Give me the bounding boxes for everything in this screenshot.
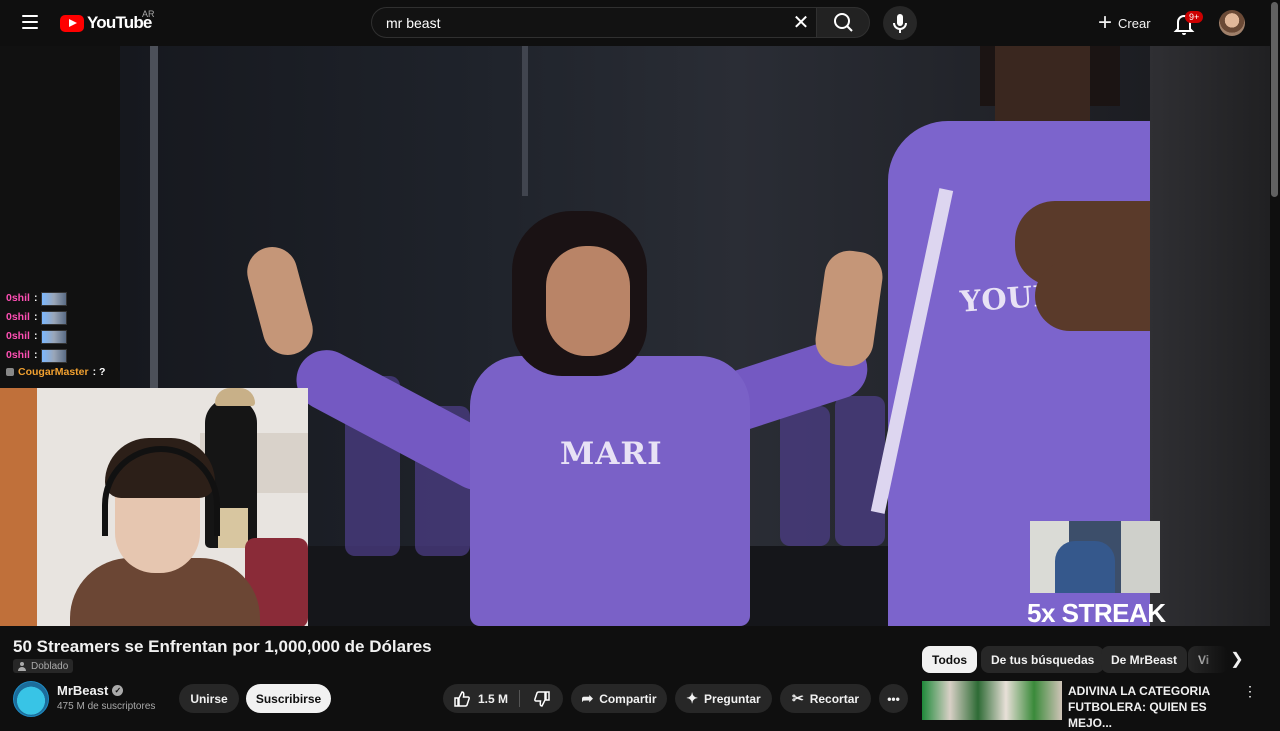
- chat-message: 0shil :: [6, 308, 105, 327]
- dubbed-badge: Doblado: [13, 659, 74, 673]
- chevron-right-icon[interactable]: ❯: [1227, 649, 1247, 671]
- scissors-icon: ✂: [791, 690, 804, 706]
- search-box: ✕: [371, 7, 817, 38]
- scene-pole: [522, 46, 528, 196]
- clear-search-icon[interactable]: ✕: [789, 11, 813, 35]
- chat-username: 0shil: [6, 292, 30, 304]
- youtube-logo[interactable]: YouTube AR: [60, 9, 155, 33]
- mic-icon: [893, 14, 907, 33]
- chat-text: :: [33, 292, 38, 304]
- scene-hand: [1035, 261, 1150, 331]
- channel-name-link[interactable]: MrBeast ✓: [57, 683, 124, 698]
- video-player[interactable]: YOURRAGE MARI 0shil : 0shil : 0shil : 0s…: [0, 46, 1270, 626]
- channel-avatar[interactable]: [13, 681, 49, 717]
- thumbs-up-icon: [454, 690, 470, 707]
- account-avatar[interactable]: [1219, 10, 1245, 36]
- chat-text: : ?: [92, 365, 106, 378]
- chat-username: CougarMaster: [18, 365, 89, 378]
- top-bar: YouTube AR ✕ + Crear 9+: [0, 0, 1280, 46]
- dubbed-label: Doblado: [31, 660, 69, 672]
- video-title: 50 Streamers se Enfrentan por 1,000,000 …: [13, 637, 432, 656]
- chat-username: 0shil: [6, 311, 30, 323]
- streak-clip-person: [1055, 541, 1115, 593]
- search-icon: [834, 13, 853, 32]
- emote-icon: [41, 291, 68, 306]
- ask-label: Preguntar: [704, 691, 761, 706]
- scene-girl-tracksuit: [470, 356, 750, 626]
- chat-message: 0shil :: [6, 327, 105, 346]
- scene-mannequin: [780, 406, 830, 546]
- user-badge-icon: [6, 368, 14, 376]
- clip-label: Recortar: [809, 691, 860, 706]
- scene-mannequin: [835, 396, 885, 546]
- emote-icon: [41, 329, 68, 344]
- ask-button[interactable]: ✦ Preguntar: [675, 684, 772, 713]
- create-label: Crear: [1118, 15, 1151, 31]
- youtube-play-icon: [60, 14, 84, 32]
- subscribe-button[interactable]: Suscribirse: [246, 684, 331, 713]
- thumbs-down-icon: [534, 690, 550, 707]
- notifications-badge: 9+: [1185, 11, 1204, 23]
- more-actions-button[interactable]: •••: [879, 684, 908, 713]
- streak-text: 5x STREAK: [1027, 598, 1166, 626]
- chat-message: 0shil :: [6, 289, 105, 308]
- subscriber-count: 475 M de suscriptores: [57, 701, 156, 712]
- like-count: 1.5 M: [478, 691, 509, 706]
- share-label: Compartir: [599, 691, 657, 706]
- dislike-button[interactable]: [521, 684, 563, 713]
- chat-message: CougarMaster : ?: [6, 365, 105, 379]
- verified-icon: ✓: [112, 685, 124, 696]
- chat-username: 0shil: [6, 330, 30, 342]
- chip-from-mrbeast[interactable]: De MrBeast: [1101, 646, 1188, 673]
- plus-icon: +: [1098, 9, 1113, 36]
- chat-text: :: [33, 330, 38, 342]
- webcam-figure-hat: [215, 388, 255, 406]
- streamer-webcam: [0, 388, 308, 626]
- scene-girl-face: [546, 246, 630, 356]
- emote-icon: [41, 310, 68, 325]
- clip-button[interactable]: ✂ Recortar: [780, 684, 871, 713]
- search-button[interactable]: [816, 7, 870, 38]
- more-horizontal-icon: •••: [887, 691, 900, 706]
- scene-right-edge: [1150, 46, 1270, 626]
- scrollbar-thumb[interactable]: [1271, 2, 1278, 197]
- chat-text: :: [33, 311, 38, 323]
- menu-icon[interactable]: [16, 11, 44, 35]
- create-button[interactable]: + Crear: [1090, 8, 1159, 38]
- like-dislike-group: 1.5 M: [443, 684, 563, 713]
- related-video-thumbnail[interactable]: [922, 681, 1062, 720]
- share-button[interactable]: ➦ Compartir: [571, 684, 667, 713]
- related-video-title[interactable]: ADIVINA LA CATEGORIA FUTBOLERA: QUIEN ES…: [1068, 683, 1238, 731]
- webcam-figure-legs: [218, 508, 248, 548]
- country-code: AR: [142, 9, 155, 19]
- search-input[interactable]: [384, 14, 768, 32]
- subscribe-label: Suscribirse: [255, 691, 322, 706]
- join-button[interactable]: Unirse: [179, 684, 239, 713]
- like-button[interactable]: 1.5 M: [443, 684, 518, 713]
- stream-chat-overlay: 0shil : 0shil : 0shil : 0shil : CougarMa…: [6, 289, 105, 379]
- share-icon: ➦: [581, 690, 594, 706]
- chip-from-searches[interactable]: De tus búsquedas: [981, 646, 1105, 673]
- join-label: Unirse: [190, 691, 228, 706]
- emote-icon: [41, 348, 68, 363]
- dub-person-icon: [18, 662, 26, 671]
- voice-search-button[interactable]: [883, 6, 917, 40]
- shirt-text-left: MARI: [560, 436, 663, 472]
- more-vertical-icon[interactable]: ⋮: [1243, 683, 1257, 703]
- like-divider: [519, 690, 520, 707]
- sparkle-icon: ✦: [686, 690, 699, 706]
- chips-fade: [1188, 646, 1228, 673]
- scene-pole: [150, 46, 158, 446]
- channel-name: MrBeast: [57, 683, 109, 698]
- chip-all[interactable]: Todos: [922, 646, 978, 673]
